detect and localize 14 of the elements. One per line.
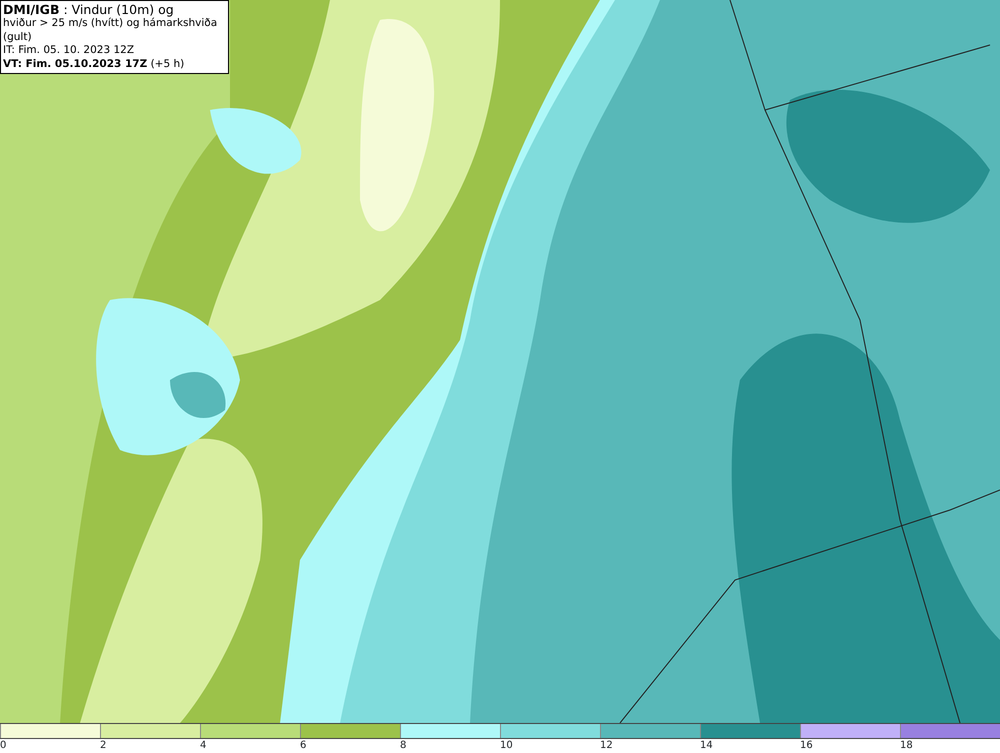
legend-label: 12 xyxy=(600,739,613,752)
legend-label: 0 xyxy=(0,739,6,752)
legend-label: 2 xyxy=(100,739,106,752)
legend-label: 16 xyxy=(800,739,813,752)
legend-label: 14 xyxy=(700,739,713,752)
legend-label: 4 xyxy=(200,739,206,752)
legend-label: 6 xyxy=(300,739,306,752)
valid-time: VT: Fim. 05.10.2023 17Z (+5 h) xyxy=(3,58,186,71)
legend-label: 8 xyxy=(400,739,406,752)
map-subtitle: hviður > 25 m/s (hvítt) og hámarkshviða (gult) xyxy=(3,17,218,44)
legend-label: 18 xyxy=(900,739,913,752)
legend-label: 10 xyxy=(500,739,513,752)
initial-time: IT: Fim. 05. 10. 2023 12Z xyxy=(3,44,136,58)
map-title: DMI/IGB : Vindur (10m) og xyxy=(3,2,175,17)
